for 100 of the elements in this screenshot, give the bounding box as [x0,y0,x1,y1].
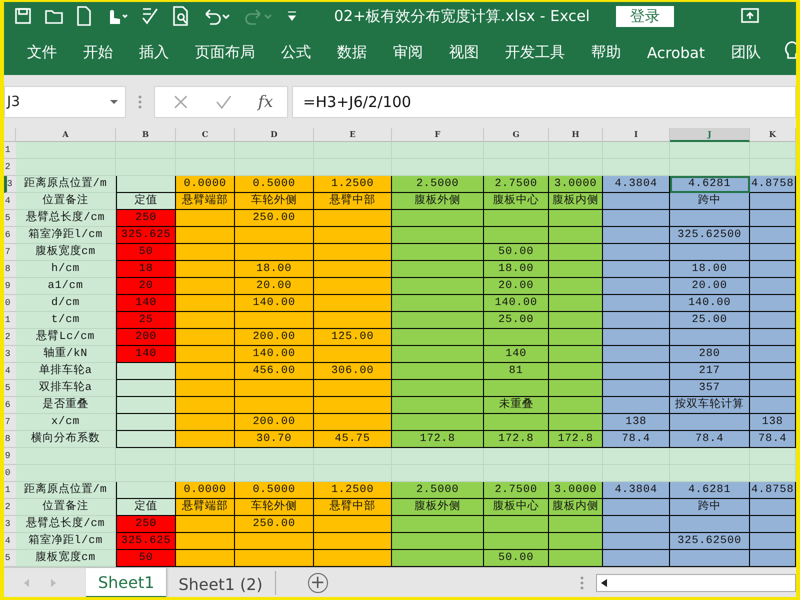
more-icon [138,94,142,110]
ribbon-tab[interactable]: 数据 [324,39,380,66]
login-button[interactable]: 登录 [616,6,674,26]
column-header[interactable]: I [603,128,670,142]
table-cell: 357 [670,380,750,397]
column-header[interactable]: D [235,128,314,142]
table-cell: 125.00 [314,329,392,346]
row-header[interactable]: 2 [4,499,16,516]
table-cell: 172.8 [549,431,603,448]
row-header[interactable]: 2 [4,159,16,176]
name-box[interactable]: J3 [4,86,126,118]
sheet-tab[interactable]: Sheet1 (2) [166,571,276,595]
column-header[interactable]: B [116,128,176,142]
sheet-tab[interactable]: Sheet1 [86,568,166,597]
table-cell: 0.0000 [176,482,235,499]
ribbon-tab[interactable]: 团队 [718,39,774,66]
row-header[interactable]: 4 [4,193,16,210]
table-cell [603,142,670,159]
column-header[interactable]: C [176,128,235,142]
window-title: 02+板有效分布宽度计算.xlsx - Excel [334,6,590,26]
row-header[interactable]: 4 [4,533,16,550]
table-cell: 280 [670,346,750,363]
table-cell: 200 [116,329,176,346]
ribbon-tab[interactable]: 视图 [436,39,492,66]
row-header[interactable]: 3 [4,516,16,533]
table-cell: 18.00 [484,261,549,278]
table-cell: 325.62500 [670,533,750,550]
ribbon-tab[interactable]: 页面布局 [182,39,268,66]
table-cell: 定值 [116,193,176,210]
table-cell: 4.6281 [670,176,750,193]
ribbon-display-icon[interactable] [740,7,760,25]
table-cell: 140 [116,295,176,312]
table-cell: 2.5000 [392,482,484,499]
check-icon[interactable] [214,94,232,110]
table-cell: 20 [116,278,176,295]
column-header[interactable]: K [750,128,796,142]
ribbon-tab[interactable]: 审阅 [380,39,436,66]
ribbon-tab[interactable]: Acrobat [634,40,718,66]
row-header[interactable]: 5 [4,380,16,397]
table-cell: 306.00 [314,363,392,380]
row-header[interactable]: 0 [4,295,16,312]
table-cell: 腹板内侧 [549,499,603,516]
column-header[interactable]: F [392,128,484,142]
save-icon[interactable] [14,7,32,25]
row-header[interactable]: 8 [4,431,16,448]
row-header[interactable]: 1 [4,312,16,329]
ribbon-tab[interactable]: 开发工具 [492,39,578,66]
folder-icon[interactable] [44,7,64,25]
row-header[interactable]: 8 [4,261,16,278]
table-cell: 2.5000 [392,176,484,193]
table-cell [549,142,603,159]
row-header[interactable]: 6 [4,397,16,414]
column-header[interactable]: A [16,128,116,142]
insert-function-button[interactable]: fx [258,92,273,111]
table-cell: 0.5000 [235,482,314,499]
table-cell: 50.00 [484,244,549,261]
table-cell: 定值 [116,499,176,516]
dropdown-caret-icon[interactable] [109,98,119,104]
row-header[interactable]: 3 [4,346,16,363]
table-cell: 单排车轮a [16,363,116,380]
row-header[interactable]: 1 [4,482,16,499]
horizontal-scrollbar[interactable] [596,574,796,592]
column-header[interactable]: H [549,128,603,142]
row-header[interactable]: 3 [4,176,16,193]
ribbon-tab[interactable]: 文件 [14,39,70,66]
formula-input[interactable]: =H3+J6/2/100 [292,86,796,118]
table-cell: 腹板宽度cm [16,550,116,567]
ribbon-tab[interactable]: 帮助 [578,39,634,66]
table-cell: 50 [116,244,176,261]
table-cell: 跨中 [670,499,750,516]
print-preview-icon[interactable] [172,6,190,26]
table-cell: 箱室净距l/cm [16,227,116,244]
ribbon-tab[interactable]: 公式 [268,39,324,66]
table-cell: 250.00 [235,516,314,533]
table-cell: 0.0000 [176,176,235,193]
row-header[interactable]: 6 [4,227,16,244]
ribbon-tab[interactable]: 开始 [70,39,126,66]
row-header[interactable]: 5 [4,550,16,567]
table-cell: x/cm [16,414,116,431]
row-header[interactable]: 2 [4,329,16,346]
column-header[interactable]: J [670,128,750,142]
spellcheck-icon[interactable] [140,6,160,26]
row-header[interactable]: 9 [4,278,16,295]
row-header[interactable]: 7 [4,414,16,431]
table-cell [750,142,796,159]
column-header[interactable]: E [314,128,392,142]
table-cell: 217 [670,363,750,380]
document-icon[interactable] [76,6,92,26]
row-header[interactable]: 4 [4,363,16,380]
column-header[interactable]: G [484,128,549,142]
row-header[interactable]: 9 [4,448,16,465]
table-cell: 172.8 [484,431,549,448]
table-cell: 双排车轮a [16,380,116,397]
table-cell: 腹板内侧 [549,193,603,210]
row-header[interactable]: 1 [4,142,16,159]
row-header[interactable]: 7 [4,244,16,261]
ribbon-tab[interactable]: 插入 [126,39,182,66]
row-header[interactable]: 0 [4,465,16,482]
row-header[interactable]: 5 [4,210,16,227]
add-sheet-button[interactable]: + [308,573,328,593]
